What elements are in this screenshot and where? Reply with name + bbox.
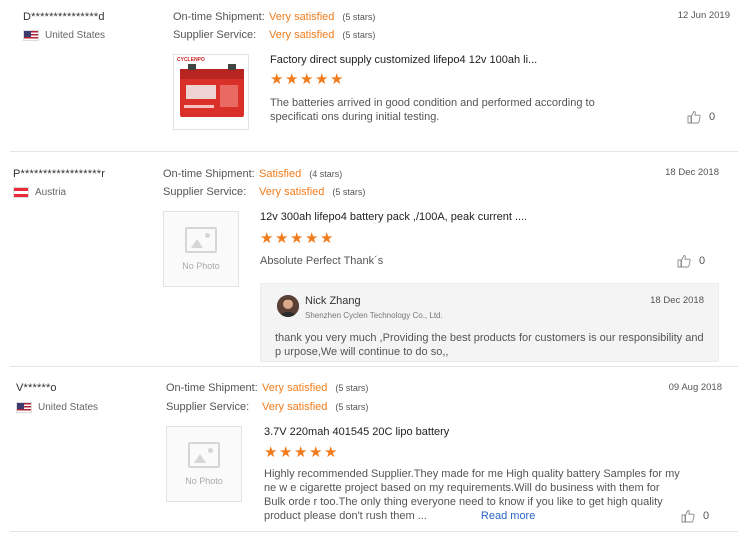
battery-image (174, 55, 248, 129)
star-icon: ★ (309, 444, 323, 461)
star-rating: ★ ★ ★ ★ ★ (270, 71, 344, 88)
service-label: Supplier Service: (163, 186, 247, 198)
helpful-button[interactable]: 0 (687, 110, 715, 124)
review-item: V******o United States On-time Shipment:… (0, 367, 750, 546)
helpful-button[interactable]: 0 (681, 509, 709, 523)
image-placeholder-icon (185, 227, 217, 253)
star-icon: ★ (260, 230, 274, 247)
star-icon: ★ (315, 71, 329, 88)
review-item: P******************r Austria On-time Shi… (0, 152, 750, 366)
service-rating: Supplier Service: Very satisfied (5 star… (166, 401, 368, 413)
service-value: Very satisfied (269, 29, 335, 41)
service-value: Very satisfied (262, 401, 328, 413)
product-image[interactable]: CYCLENPO (173, 54, 249, 130)
review-divider (10, 531, 738, 532)
buyer-country: United States (16, 402, 98, 413)
star-icon: ★ (324, 444, 338, 461)
star-icon: ★ (330, 71, 344, 88)
product-title[interactable]: 3.7V 220mah 401545 20C lipo battery (264, 426, 449, 438)
flag-at-icon (13, 187, 29, 198)
shipment-value: Satisfied (259, 168, 302, 180)
reply-text: thank you very much ,Providing the best … (275, 332, 704, 358)
shipment-rating: On-time Shipment: Very satisfied (5 star… (173, 11, 375, 23)
review-text: Absolute Perfect Thank´s (260, 255, 384, 267)
reply-company: Shenzhen Cyclen Technology Co., Ltd. (305, 311, 443, 320)
thumbs-up-icon (681, 510, 695, 523)
buyer-name: V******o (16, 382, 57, 394)
helpful-count: 0 (709, 111, 716, 123)
review-text: The batteries arrived in good condition … (270, 97, 595, 123)
star-icon: ★ (290, 230, 304, 247)
buyer-name: P******************r (13, 168, 106, 180)
no-photo-label: No Photo (182, 261, 220, 271)
shipment-label: On-time Shipment: (166, 382, 258, 394)
service-rating: Supplier Service: Very satisfied (5 star… (163, 186, 365, 198)
product-brand: CYCLENPO (177, 57, 205, 63)
review-date: 12 Jun 2019 (677, 10, 730, 21)
star-rating: ★ ★ ★ ★ ★ (260, 230, 334, 247)
star-icon: ★ (275, 230, 289, 247)
shipment-label: On-time Shipment: (163, 168, 255, 180)
service-value: Very satisfied (259, 186, 325, 198)
star-icon: ★ (270, 71, 284, 88)
star-rating: ★ ★ ★ ★ ★ (264, 444, 338, 461)
buyer-country: Austria (13, 187, 66, 198)
helpful-button[interactable]: 0 (677, 254, 705, 268)
shipment-stars: (5 stars) (342, 12, 376, 22)
product-image-placeholder[interactable]: No Photo (166, 426, 242, 502)
buyer-country: United States (23, 30, 105, 41)
star-icon: ★ (320, 230, 334, 247)
image-placeholder-icon (188, 442, 220, 468)
review-text-body: Highly recommended Supplier.They made fo… (264, 468, 680, 522)
helpful-count: 0 (703, 510, 710, 522)
star-icon: ★ (300, 71, 314, 88)
no-photo-label: No Photo (185, 476, 223, 486)
service-stars: (5 stars) (332, 187, 366, 197)
review-date: 09 Aug 2018 (668, 382, 722, 393)
thumbs-up-icon (677, 255, 691, 268)
star-icon: ★ (279, 444, 293, 461)
shipment-value: Very satisfied (269, 11, 335, 23)
product-image-placeholder[interactable]: No Photo (163, 211, 239, 287)
product-title[interactable]: 12v 300ah lifepo4 battery pack ,/100A, p… (260, 211, 527, 223)
flag-us-icon (16, 402, 32, 413)
product-title[interactable]: Factory direct supply customized lifepo4… (270, 54, 537, 66)
shipment-rating: On-time Shipment: Very satisfied (5 star… (166, 382, 368, 394)
country-label: United States (45, 30, 106, 41)
service-rating: Supplier Service: Very satisfied (5 star… (173, 29, 375, 41)
shipment-rating: On-time Shipment: Satisfied (4 stars) (163, 168, 342, 180)
shipment-value: Very satisfied (262, 382, 328, 394)
buyer-name: D***************d (23, 11, 105, 23)
reply-author: Nick Zhang (305, 295, 361, 307)
star-icon: ★ (285, 71, 299, 88)
service-stars: (5 stars) (335, 402, 369, 412)
star-icon: ★ (264, 444, 278, 461)
reply-date: 18 Dec 2018 (650, 295, 704, 306)
review-item: D***************d United States On-time … (0, 0, 750, 152)
helpful-count: 0 (699, 255, 706, 267)
country-label: United States (38, 402, 99, 413)
shipment-stars: (4 stars) (309, 169, 343, 179)
service-label: Supplier Service: (173, 29, 257, 41)
shipment-label: On-time Shipment: (173, 11, 265, 23)
shipment-stars: (5 stars) (335, 383, 369, 393)
service-label: Supplier Service: (166, 401, 250, 413)
star-icon: ★ (305, 230, 319, 247)
star-icon: ★ (294, 444, 308, 461)
review-date: 18 Dec 2018 (665, 167, 719, 178)
avatar-icon (277, 295, 299, 317)
service-stars: (5 stars) (342, 30, 376, 40)
supplier-reply: Nick Zhang Shenzhen Cyclen Technology Co… (260, 283, 719, 362)
thumbs-up-icon (687, 111, 701, 124)
read-more-link[interactable]: Read more (481, 510, 535, 522)
avatar (277, 295, 299, 317)
flag-us-icon (23, 30, 39, 41)
review-text: Highly recommended Supplier.They made fo… (264, 467, 684, 523)
country-label: Austria (35, 187, 67, 198)
